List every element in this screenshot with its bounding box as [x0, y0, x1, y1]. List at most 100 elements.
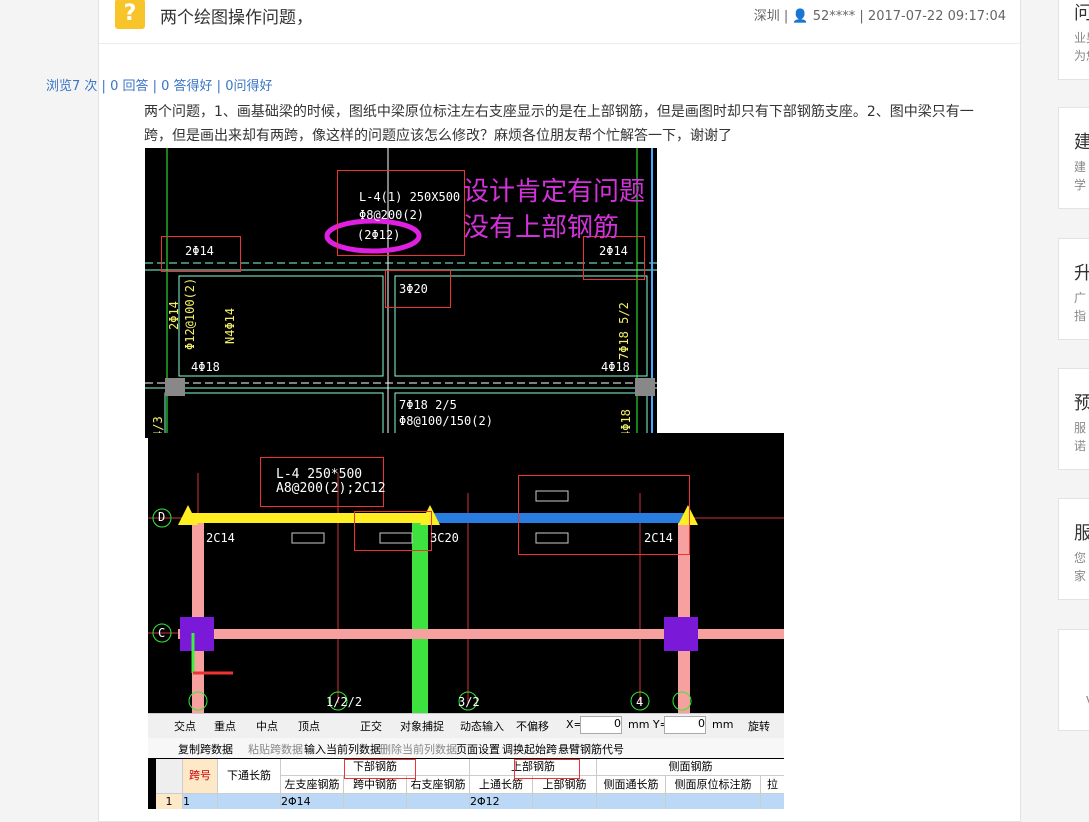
- lower-mid-2: Φ8@100/150(2): [399, 414, 493, 428]
- mid-span-cell[interactable]: [344, 794, 407, 809]
- x-input[interactable]: 0: [580, 716, 622, 734]
- table-toolbar: 复制跨数据 粘贴跨数据 输入当前列数据 删除当前列数据 页面设置 调换起始跨 悬…: [148, 738, 784, 758]
- cantilever-code-button[interactable]: 悬臂钢筋代号: [558, 741, 624, 757]
- header-side-orig: 侧面原位标注筋: [666, 776, 761, 794]
- beam-label-1: L-4 250*500: [276, 467, 363, 482]
- sidebar-card-desc: 为您: [1074, 49, 1089, 63]
- right-support: 2Φ14: [599, 244, 628, 258]
- top-rebar-cell[interactable]: [533, 794, 597, 809]
- side-orig-cell[interactable]: [666, 794, 761, 809]
- rotate-checkbox[interactable]: 旋转: [748, 718, 770, 734]
- right-support-cell[interactable]: [407, 794, 470, 809]
- dynamic-input-button[interactable]: 动态输入: [460, 718, 504, 734]
- rebar-table: 跨号 下通长筋 下部钢筋 上部钢筋 侧面钢筋 左支座钢筋 跨中钢筋 右支座钢筋 …: [156, 759, 784, 809]
- header-left-support: 左支座钢筋: [281, 776, 344, 794]
- header-right-support: 右支座钢筋: [407, 776, 470, 794]
- axis-label: 3/2: [458, 695, 480, 709]
- header-side-through: 侧面通长筋: [597, 776, 666, 794]
- side-through-cell[interactable]: [597, 794, 666, 809]
- callout-box-bottom-header: [344, 759, 416, 779]
- sidebar-card-title: 问: [1074, 0, 1089, 25]
- question-meta: 深圳 | 👤 52**** | 2017-07-22 09:17:04: [754, 5, 1006, 24]
- left-rebar: 2C14: [206, 531, 235, 545]
- ortho-button[interactable]: 正交: [360, 718, 382, 734]
- mid-rebar: 3Φ20: [399, 282, 428, 296]
- sidebar-card-desc: 业男: [1074, 31, 1089, 45]
- user-icon: 👤: [792, 9, 809, 24]
- beam-stirrup: Φ8@200(2): [359, 208, 425, 222]
- beam-label-2: A8@200(2);2C12: [276, 481, 386, 496]
- axis-d: D: [158, 510, 166, 524]
- left-bottom: 4Φ18: [191, 360, 220, 374]
- sidebar-card-desc: 诺: [1074, 439, 1087, 453]
- left-vertical-2: Φ12@100(2): [183, 277, 197, 350]
- lower-mid-1: 7Φ18 2/5: [399, 398, 457, 412]
- question-body: 两个问题，1、画基础梁的时候，图纸中梁原位标注左右支座显示的是在上部钢筋，但是画…: [144, 104, 974, 144]
- datetime: 2017-07-22 09:17:04: [867, 9, 1006, 24]
- y-label: mm Y=: [628, 718, 669, 731]
- software-screenshot-image[interactable]: L-4 250*500 A8@200(2);2C12 D C 2C14 3C20…: [148, 433, 784, 809]
- perpendicular-button[interactable]: 重点: [214, 718, 236, 734]
- sidebar-card-desc: 学: [1074, 178, 1087, 192]
- object-snap-button[interactable]: 对象捕捉: [400, 718, 444, 734]
- swap-span-button[interactable]: 调换起始跨: [502, 741, 557, 757]
- sidebar-card-title: 建: [1074, 128, 1089, 154]
- sidebar-card-desc: 建: [1074, 160, 1087, 174]
- question-icon: ?: [115, 0, 145, 29]
- right-vertical: 7Φ18 5/2: [617, 302, 631, 360]
- top-through-cell[interactable]: 2Φ12: [470, 794, 533, 809]
- right-bottom: 4Φ18: [601, 360, 630, 374]
- axis-label: 1/2/2: [326, 695, 363, 709]
- left-support: 2Φ14: [185, 244, 214, 258]
- beam-label: L-4(1) 250X500: [359, 190, 461, 204]
- user-name[interactable]: 52****: [813, 9, 856, 24]
- tie-cell[interactable]: [761, 794, 784, 809]
- row-number: 1: [156, 794, 183, 809]
- sidebar-card[interactable]: 预 服 诺: [1058, 368, 1089, 470]
- vertex-button[interactable]: 顶点: [298, 718, 320, 734]
- sidebar-card-desc: 广: [1074, 291, 1087, 305]
- sidebar-card-desc: 家: [1074, 569, 1087, 583]
- span-cell[interactable]: 1: [183, 794, 218, 809]
- sidebar-card-title: 服: [1074, 519, 1089, 545]
- callout-box-top-header: [514, 759, 580, 779]
- left-support-cell[interactable]: 2Φ14: [281, 794, 344, 809]
- annotation-line2: 没有上部钢筋: [463, 213, 620, 243]
- mm-label: mm: [712, 718, 734, 731]
- sidebar-card-desc: 指: [1074, 309, 1087, 323]
- sidebar-card[interactable]: 服 您 家: [1058, 498, 1089, 600]
- good-answers-link[interactable]: 0 答得好: [161, 79, 212, 94]
- delete-column-button[interactable]: 删除当前列数据: [380, 741, 457, 757]
- sidebar-card[interactable]: 问 业男 为您: [1058, 0, 1089, 80]
- left-vertical-3: N4Φ14: [223, 307, 237, 344]
- question-header: ? 两个绘图操作问题， 深圳 | 👤 52**** | 2017-07-22 0…: [99, 0, 1020, 44]
- sidebar-card[interactable]: 升 广 指: [1058, 238, 1089, 340]
- midpoint-button[interactable]: 中点: [256, 718, 278, 734]
- views-link[interactable]: 浏览7 次: [46, 79, 97, 94]
- y-input[interactable]: 0: [664, 716, 706, 734]
- header-span-no: 跨号: [183, 759, 218, 794]
- copy-span-button[interactable]: 复制跨数据: [178, 741, 233, 757]
- offset-select[interactable]: 不偏移: [516, 718, 549, 734]
- good-questions-link[interactable]: 0问得好: [225, 79, 272, 94]
- intersection-button[interactable]: 交点: [174, 718, 196, 734]
- answers-link[interactable]: 0 回答: [110, 79, 148, 94]
- meta-separator: |: [859, 9, 868, 24]
- mid-rebar: 3C20: [430, 531, 459, 545]
- sidebar-card[interactable]: 建 建 学: [1058, 107, 1089, 209]
- header-tie: 拉: [761, 776, 784, 794]
- right-rebar: 2C14: [644, 531, 673, 545]
- question-stats: 浏览7 次 | 0 回答 | 0 答得好 | 0问得好: [46, 79, 273, 94]
- sidebar-card-desc: 您: [1074, 551, 1087, 565]
- header-side-group: 侧面钢筋: [597, 759, 784, 776]
- axis-label: 4: [636, 695, 644, 709]
- location: 深圳: [753, 9, 780, 24]
- bottom-through-cell[interactable]: [218, 794, 281, 809]
- left-vertical-1: 2Φ14: [167, 301, 181, 330]
- sidebar-card[interactable]: V: [1058, 629, 1089, 731]
- snap-toolbar: 交点 重点 中点 顶点 正交 对象捕捉 动态输入 不偏移 X= 0 mm Y= …: [148, 713, 784, 738]
- input-column-button[interactable]: 输入当前列数据: [304, 741, 381, 757]
- cad-drawing-image[interactable]: L-4(1) 250X500 Φ8@200(2) (2Φ12) 2Φ14 2Φ1…: [145, 148, 657, 438]
- page-setup-button[interactable]: 页面设置: [456, 741, 500, 757]
- paste-span-button[interactable]: 粘贴跨数据: [248, 741, 303, 757]
